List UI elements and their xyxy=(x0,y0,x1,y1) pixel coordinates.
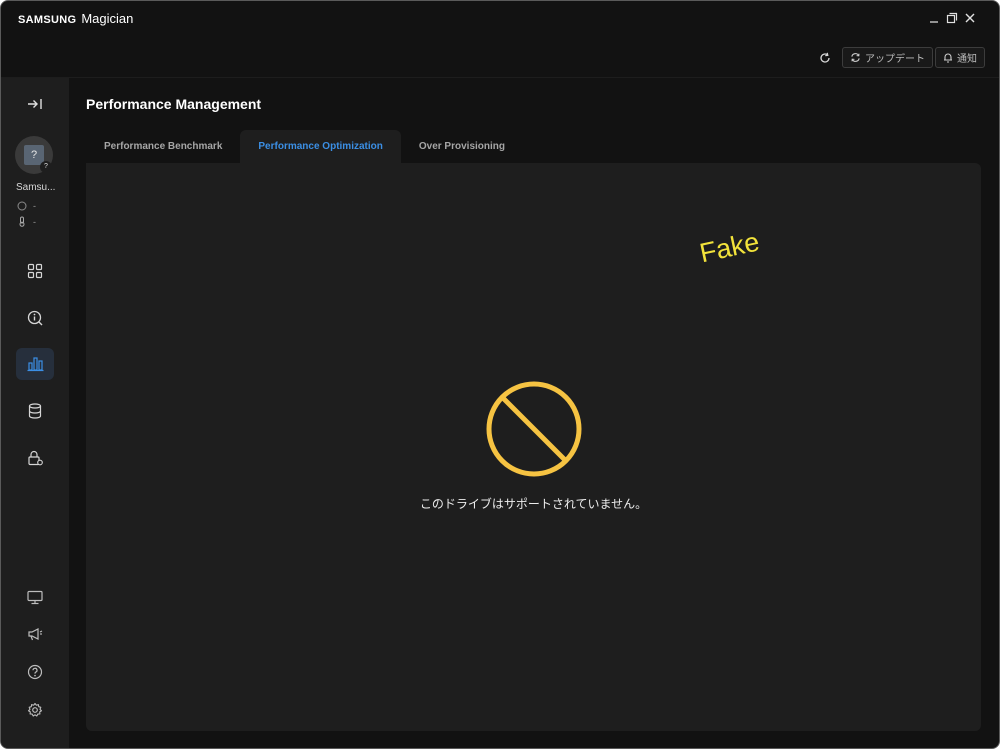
close-icon xyxy=(965,13,975,23)
sidebar-item-diagnostics[interactable] xyxy=(20,303,50,333)
close-button[interactable] xyxy=(961,9,979,27)
drive-avatar[interactable]: ? ? xyxy=(15,136,53,174)
restore-icon xyxy=(946,12,958,24)
app-window: SAMSUNG Magician アップデート 通知 ? ? Samsu... … xyxy=(0,0,1000,749)
bar-chart-icon xyxy=(27,357,43,372)
health-circle-icon xyxy=(17,201,27,211)
sync-icon xyxy=(851,53,860,62)
drive-temperature-row: - xyxy=(17,216,36,227)
title-bar: SAMSUNG Magician xyxy=(1,1,999,37)
brand-name: SAMSUNG xyxy=(18,14,77,26)
sidebar-item-settings[interactable] xyxy=(20,695,50,725)
update-button[interactable]: アップデート xyxy=(842,47,933,68)
update-label: アップデート xyxy=(865,54,925,65)
sidebar-item-data-management[interactable] xyxy=(20,396,50,426)
tab-bar: Performance Benchmark Performance Optimi… xyxy=(86,130,523,163)
fake-watermark: Fake xyxy=(697,226,762,269)
expand-sidebar-icon xyxy=(28,99,42,109)
notification-label: 通知 xyxy=(957,54,977,65)
drive-health-value: - xyxy=(33,201,36,211)
refresh-button[interactable] xyxy=(815,48,835,68)
drive-temperature-value: - xyxy=(33,216,36,227)
sidebar-item-help[interactable] xyxy=(20,657,50,687)
content-panel: Fake このドライブはサポートされていません。 xyxy=(86,163,981,731)
notification-button[interactable]: 通知 xyxy=(935,47,985,68)
app-logo: SAMSUNG Magician xyxy=(18,11,133,26)
megaphone-icon xyxy=(28,627,43,640)
tab-over-provisioning[interactable]: Over Provisioning xyxy=(401,130,523,163)
main-content: Performance Management Performance Bench… xyxy=(69,78,999,748)
sidebar-item-announcements[interactable] xyxy=(20,619,50,649)
product-name: Magician xyxy=(81,11,134,26)
sidebar-item-performance[interactable] xyxy=(16,348,54,380)
expand-sidebar-button[interactable] xyxy=(20,89,50,119)
tab-performance-optimization[interactable]: Performance Optimization xyxy=(240,130,401,163)
sidebar-item-dashboard[interactable] xyxy=(20,256,50,286)
restore-button[interactable] xyxy=(943,9,961,27)
drive-status-badge: ? xyxy=(40,161,52,173)
database-icon xyxy=(28,403,42,419)
lock-icon xyxy=(28,450,43,466)
sidebar-item-security[interactable] xyxy=(20,443,50,473)
bell-icon xyxy=(944,53,952,63)
sidebar-item-system-info[interactable] xyxy=(20,582,50,612)
help-icon xyxy=(27,664,43,680)
minimize-button[interactable] xyxy=(925,9,943,27)
minimize-icon xyxy=(930,21,938,23)
page-title: Performance Management xyxy=(86,96,262,112)
thermometer-icon xyxy=(19,216,25,227)
tab-performance-benchmark[interactable]: Performance Benchmark xyxy=(86,130,240,163)
grid-icon xyxy=(27,263,43,279)
drive-name: Samsu... xyxy=(16,182,56,193)
gear-icon xyxy=(27,702,43,717)
drive-health-row: - xyxy=(17,201,36,211)
refresh-icon xyxy=(820,52,830,63)
scan-icon xyxy=(27,310,43,326)
unsupported-icon xyxy=(486,381,582,477)
monitor-icon xyxy=(27,590,43,604)
sidebar: ? ? Samsu... - - xyxy=(1,78,69,748)
unsupported-message: このドライブはサポートされていません。 xyxy=(419,497,648,511)
